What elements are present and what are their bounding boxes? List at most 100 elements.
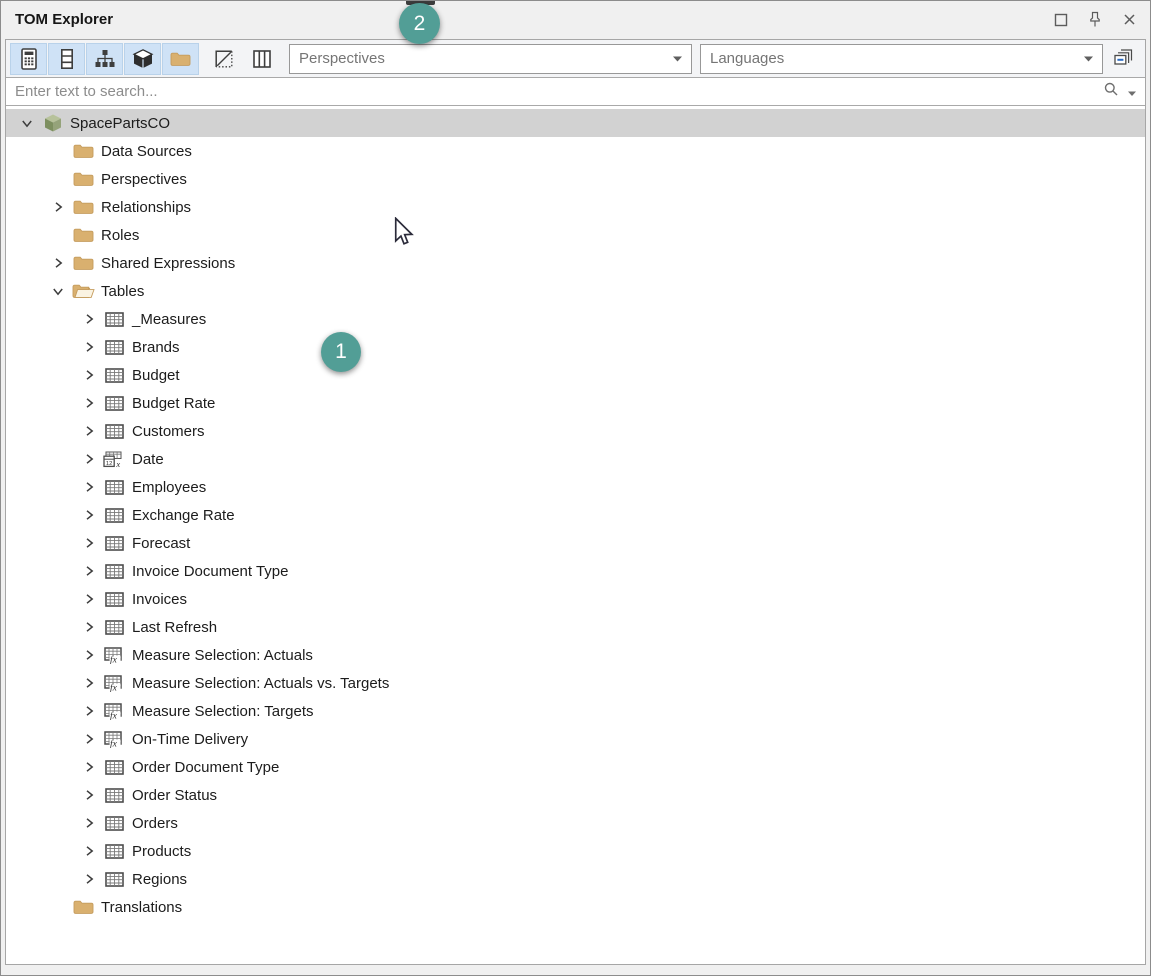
chevron-right-icon[interactable] xyxy=(78,397,100,409)
svg-text:x: x xyxy=(115,458,120,467)
table-columns-icon xyxy=(252,49,272,69)
tree-view: SpacePartsCOData SourcesPerspectivesRela… xyxy=(6,106,1145,964)
hierarchy-toggle-button[interactable] xyxy=(86,43,123,75)
chevron-right-icon[interactable] xyxy=(78,733,100,745)
tree-item-products[interactable]: Products xyxy=(6,837,1145,865)
maximize-button[interactable] xyxy=(1052,11,1070,29)
tree-item-relationships[interactable]: Relationships xyxy=(6,193,1145,221)
chevron-down-icon[interactable] xyxy=(47,285,69,297)
tree-item-date[interactable]: 12xDate xyxy=(6,445,1145,473)
tree-item-roles[interactable]: Roles xyxy=(6,221,1145,249)
tree-item-label: Employees xyxy=(132,479,206,496)
chevron-right-icon[interactable] xyxy=(78,789,100,801)
chevron-right-icon[interactable] xyxy=(47,257,69,269)
collapse-windows-button[interactable] xyxy=(1108,44,1140,74)
chevron-right-icon[interactable] xyxy=(78,621,100,633)
panel-frame: Perspectives Languages xyxy=(5,39,1146,965)
table-icon xyxy=(103,564,126,579)
tree-item-label: Translations xyxy=(101,899,182,916)
chevron-right-icon[interactable] xyxy=(78,649,100,661)
tree-item-label: On-Time Delivery xyxy=(132,731,248,748)
folder-toggle-button[interactable] xyxy=(162,43,199,75)
chevron-right-icon[interactable] xyxy=(78,341,100,353)
tree-item-label: Roles xyxy=(101,227,139,244)
search-icon[interactable] xyxy=(1103,81,1119,102)
tree-item-label: Invoice Document Type xyxy=(132,563,288,580)
chevron-right-icon[interactable] xyxy=(78,369,100,381)
pin-button[interactable] xyxy=(1086,11,1104,29)
chevron-down-icon[interactable] xyxy=(16,117,38,129)
tree-item-exchange-rate[interactable]: Exchange Rate xyxy=(6,501,1145,529)
chevron-right-icon[interactable] xyxy=(78,537,100,549)
perspectives-dropdown[interactable]: Perspectives xyxy=(289,44,692,74)
chevron-right-icon[interactable] xyxy=(78,593,100,605)
tree-item-brands[interactable]: Brands xyxy=(6,333,1145,361)
column-stack-toggle-button[interactable] xyxy=(48,43,85,75)
svg-text:fx: fx xyxy=(110,682,118,691)
tree-item-order-status[interactable]: Order Status xyxy=(6,781,1145,809)
tree-item-measure-selection-actuals-vs-targets[interactable]: fxMeasure Selection: Actuals vs. Targets xyxy=(6,669,1145,697)
titlebar[interactable]: TOM Explorer xyxy=(1,1,1150,38)
tree-item-label: Orders xyxy=(132,815,178,832)
chevron-right-icon[interactable] xyxy=(78,481,100,493)
tree-item-label: _Measures xyxy=(132,311,206,328)
calculator-toggle-button[interactable] xyxy=(10,43,47,75)
tree-item-perspectives[interactable]: Perspectives xyxy=(6,165,1145,193)
chevron-right-icon[interactable] xyxy=(78,313,100,325)
chevron-right-icon[interactable] xyxy=(78,677,100,689)
chevron-right-icon[interactable] xyxy=(47,201,69,213)
tree-item-orders[interactable]: Orders xyxy=(6,809,1145,837)
calc-table-icon: fx xyxy=(103,675,126,692)
chevron-right-icon[interactable] xyxy=(78,761,100,773)
chevron-right-icon[interactable] xyxy=(78,425,100,437)
chevron-right-icon[interactable] xyxy=(78,453,100,465)
close-button[interactable] xyxy=(1120,11,1138,29)
table-columns-toggle-button[interactable] xyxy=(243,43,280,75)
tree-item-measures[interactable]: _Measures xyxy=(6,305,1145,333)
tree-item-employees[interactable]: Employees xyxy=(6,473,1145,501)
chevron-right-icon[interactable] xyxy=(78,509,100,521)
table-icon xyxy=(103,760,126,775)
search-input[interactable] xyxy=(15,83,1103,100)
cube-toggle-button[interactable] xyxy=(124,43,161,75)
chevron-right-icon[interactable] xyxy=(78,565,100,577)
chevron-down-icon xyxy=(673,56,682,62)
tree-item-last-refresh[interactable]: Last Refresh xyxy=(6,613,1145,641)
tree-item-customers[interactable]: Customers xyxy=(6,417,1145,445)
languages-dropdown[interactable]: Languages xyxy=(700,44,1103,74)
table-icon xyxy=(103,872,126,887)
tree-item-budget[interactable]: Budget xyxy=(6,361,1145,389)
tree-item-label: Measure Selection: Actuals xyxy=(132,647,313,664)
search-options-chevron-icon[interactable] xyxy=(1128,83,1136,101)
folder-icon xyxy=(72,227,95,243)
tree-item-invoices[interactable]: Invoices xyxy=(6,585,1145,613)
tree-item-order-document-type[interactable]: Order Document Type xyxy=(6,753,1145,781)
tree-item-measure-selection-actuals[interactable]: fxMeasure Selection: Actuals xyxy=(6,641,1145,669)
tree-item-translations[interactable]: Translations xyxy=(6,893,1145,921)
table-icon xyxy=(103,424,126,439)
tree-item-data-sources[interactable]: Data Sources xyxy=(6,137,1145,165)
tree-item-regions[interactable]: Regions xyxy=(6,865,1145,893)
window-controls xyxy=(1052,11,1138,29)
tree-item-label: Brands xyxy=(132,339,180,356)
chevron-right-icon[interactable] xyxy=(78,873,100,885)
tom-explorer-window: TOM Explorer Perspectives Languages xyxy=(0,0,1151,976)
tree-item-forecast[interactable]: Forecast xyxy=(6,529,1145,557)
tree-item-invoice-document-type[interactable]: Invoice Document Type xyxy=(6,557,1145,585)
folder-open-icon xyxy=(72,283,95,299)
tree-item-tables[interactable]: Tables xyxy=(6,277,1145,305)
table-icon xyxy=(103,508,126,523)
tree-item-spacepartsco[interactable]: SpacePartsCO xyxy=(6,109,1145,137)
chevron-right-icon[interactable] xyxy=(78,705,100,717)
chevron-right-icon[interactable] xyxy=(78,817,100,829)
tree-item-budget-rate[interactable]: Budget Rate xyxy=(6,389,1145,417)
chevron-right-icon[interactable] xyxy=(78,845,100,857)
tree-item-on-time-delivery[interactable]: fxOn-Time Delivery xyxy=(6,725,1145,753)
tree-item-label: Order Document Type xyxy=(132,759,279,776)
tree-item-measure-selection-targets[interactable]: fxMeasure Selection: Targets xyxy=(6,697,1145,725)
tree-item-shared-expressions[interactable]: Shared Expressions xyxy=(6,249,1145,277)
tree-item-label: Last Refresh xyxy=(132,619,217,636)
table-icon xyxy=(103,816,126,831)
partition-toggle-button[interactable] xyxy=(205,43,242,75)
tree-item-label: Budget Rate xyxy=(132,395,215,412)
